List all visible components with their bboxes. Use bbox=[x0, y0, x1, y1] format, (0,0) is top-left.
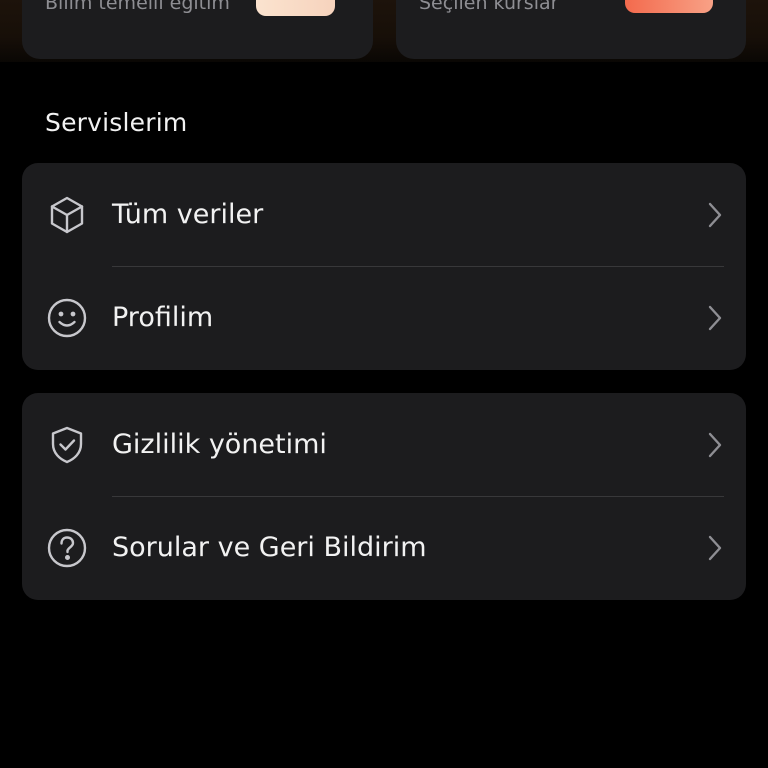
menu-item-label: Gizlilik yönetimi bbox=[112, 429, 327, 460]
menu-item-profile[interactable]: Profilim bbox=[22, 266, 746, 369]
menu-item-all-data[interactable]: Tüm veriler bbox=[22, 163, 746, 266]
chevron-right-icon bbox=[706, 430, 724, 460]
promo-card-courses[interactable]: Seçilen kurslar bbox=[396, 0, 746, 59]
shield-check-icon bbox=[45, 423, 89, 467]
question-circle-icon bbox=[45, 526, 89, 570]
services-group-support: Gizlilik yönetimi Sorular ve Geri Bildir… bbox=[22, 393, 746, 600]
cube-icon bbox=[45, 193, 89, 237]
menu-item-label: Sorular ve Geri Bildirim bbox=[112, 532, 427, 563]
promo-thumbnail bbox=[256, 0, 335, 16]
menu-item-label: Profilim bbox=[112, 302, 214, 333]
chevron-right-icon bbox=[706, 200, 724, 230]
top-banner: Bilim temelli eğitim Seçilen kurslar bbox=[0, 0, 768, 62]
menu-item-privacy[interactable]: Gizlilik yönetimi bbox=[22, 393, 746, 496]
section-title: Servislerim bbox=[45, 108, 188, 137]
smiley-icon bbox=[45, 296, 89, 340]
promo-card-text: Seçilen kurslar bbox=[419, 0, 559, 14]
menu-item-feedback[interactable]: Sorular ve Geri Bildirim bbox=[22, 496, 746, 599]
promo-card-text: Bilim temelli eğitim bbox=[45, 0, 230, 14]
chevron-right-icon bbox=[706, 303, 724, 333]
promo-card-science[interactable]: Bilim temelli eğitim bbox=[22, 0, 373, 59]
menu-item-label: Tüm veriler bbox=[112, 199, 264, 230]
services-group-data: Tüm veriler Profilim bbox=[22, 163, 746, 370]
chevron-right-icon bbox=[706, 533, 724, 563]
screen: Bilim temelli eğitim Seçilen kurslar Ser… bbox=[0, 0, 768, 768]
promo-thumbnail bbox=[625, 0, 713, 13]
